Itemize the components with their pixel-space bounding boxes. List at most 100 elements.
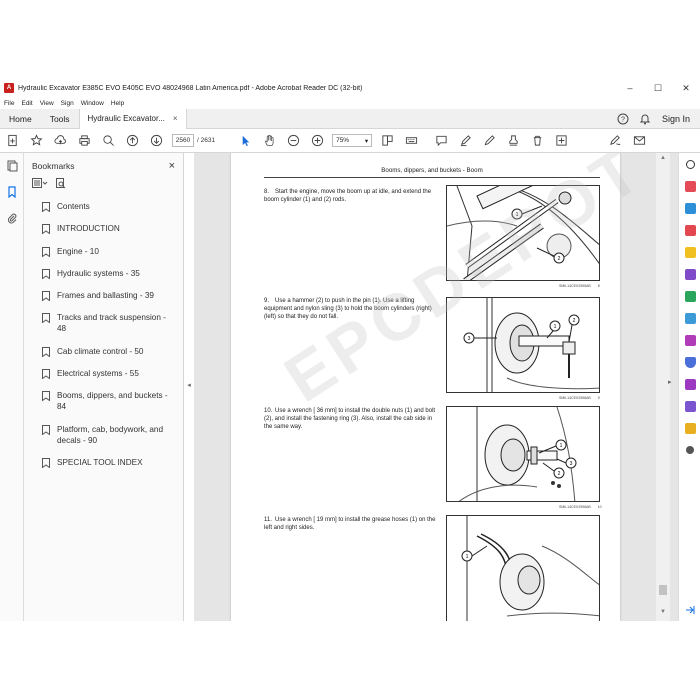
search-icon[interactable] [96, 129, 120, 153]
attachments-paperclip-icon[interactable] [0, 205, 24, 231]
more-tools-wrench-icon[interactable] [679, 439, 700, 461]
menu-edit[interactable]: Edit [21, 100, 32, 107]
close-window-button[interactable]: ✕ [672, 78, 700, 98]
bookmark-item[interactable]: Cab climate control - 50 [24, 344, 183, 359]
send-for-signature-tool-icon[interactable] [679, 373, 700, 395]
keyboard-icon[interactable] [399, 129, 423, 153]
bookmark-item[interactable]: Contents [24, 199, 183, 214]
page-section-header: Booms, dippers, and buckets - Boom [381, 167, 483, 174]
bookmark-item[interactable]: Hydraulic systems - 35 [24, 266, 183, 281]
bookmark-label: Contents [57, 202, 90, 211]
select-cursor-icon[interactable] [233, 129, 257, 153]
comment-icon[interactable] [429, 129, 453, 153]
document-viewport[interactable]: Booms, dippers, and buckets - Boom 8. Sta… [194, 153, 678, 621]
bookmark-ribbon-icon [42, 224, 50, 235]
scan-tool-icon[interactable] [679, 307, 700, 329]
tab-document-label: Hydraulic Excavator... [87, 114, 165, 123]
tab-document[interactable]: Hydraulic Excavator... × [78, 108, 187, 129]
title-bar: A Hydraulic Excavator E385C EVO E405C EV… [0, 78, 700, 98]
tab-tools[interactable]: Tools [41, 109, 79, 129]
sign-in-link[interactable]: Sign In [656, 114, 700, 124]
hand-tool-icon[interactable] [257, 129, 281, 153]
print-icon[interactable] [72, 129, 96, 153]
bookmark-item[interactable]: Booms, dippers, and buckets - 84 [24, 388, 183, 414]
minimize-button[interactable]: – [616, 78, 644, 98]
tab-close-icon[interactable]: × [173, 114, 178, 123]
tab-bar: Home Tools Hydraulic Excavator... × ? Si… [0, 108, 700, 129]
callout-1: 1 [516, 212, 519, 218]
bookmark-star-icon[interactable] [24, 129, 48, 153]
stamp-tool-icon[interactable] [679, 417, 700, 439]
callout-2: 2 [558, 256, 561, 262]
notifications-bell-icon[interactable] [634, 109, 656, 129]
page-total: / 2631 [197, 137, 216, 144]
callout-2: 2 [558, 471, 561, 477]
menu-window[interactable]: Window [81, 100, 104, 107]
zoom-out-icon[interactable] [281, 129, 305, 153]
menu-view[interactable]: View [40, 100, 54, 107]
measure-tool-icon[interactable] [679, 395, 700, 417]
help-icon[interactable]: ? [612, 109, 634, 129]
find-bookmark-icon[interactable] [56, 177, 66, 191]
export-pdf-tool-icon[interactable] [679, 175, 700, 197]
combine-files-tool-icon[interactable] [679, 263, 700, 285]
delete-icon[interactable] [525, 129, 549, 153]
more-tools-icon[interactable] [549, 129, 573, 153]
zoom-level-select[interactable]: 75% ▾ [332, 134, 373, 147]
comment-tool-icon[interactable] [679, 241, 700, 263]
next-page-icon[interactable] [144, 129, 168, 153]
bookmarks-close-icon[interactable]: × [169, 160, 175, 172]
scroll-up-arrow[interactable]: ▲ [656, 155, 670, 165]
menu-sign[interactable]: Sign [61, 100, 74, 107]
menu-help[interactable]: Help [111, 100, 124, 107]
bookmark-item[interactable]: Tracks and track suspension - 48 [24, 310, 183, 336]
figure-8-caption: SMIL14CEX2595AB 8 [559, 284, 600, 288]
maximize-button[interactable]: ☐ [644, 78, 672, 98]
collapse-panel-handle[interactable]: ◂ [184, 378, 194, 392]
bookmarks-panel-icon[interactable] [0, 179, 24, 205]
draw-pencil-icon[interactable] [477, 129, 501, 153]
fill-sign-tool-icon[interactable] [679, 329, 700, 351]
page-display-icon[interactable] [375, 129, 399, 153]
bookmark-item[interactable]: INTRODUCTION [24, 221, 183, 236]
step-number: 11. [264, 517, 272, 523]
chevron-down-icon: ▾ [364, 137, 369, 145]
create-pdf-tool-icon[interactable] [679, 219, 700, 241]
edit-pdf-tool-icon[interactable] [679, 285, 700, 307]
sign-pen-icon[interactable] [603, 129, 627, 153]
bookmark-item[interactable]: SPECIAL TOOL INDEX [24, 455, 183, 470]
bookmark-options-icon[interactable] [32, 178, 48, 190]
previous-page-icon[interactable] [120, 129, 144, 153]
zoom-search-tool-icon[interactable] [679, 153, 700, 175]
scroll-down-arrow[interactable]: ▼ [656, 609, 670, 619]
tab-home[interactable]: Home [0, 109, 41, 129]
bookmarks-list: Contents INTRODUCTION Engine - 10 Hydraulic… [24, 199, 183, 470]
current-page-input[interactable]: 2560 [172, 134, 194, 147]
bookmark-item[interactable]: Engine - 10 [24, 244, 183, 259]
protect-tool-icon[interactable] [679, 351, 700, 373]
figure-10-illustration: 1 3 2 [458, 407, 577, 501]
bookmark-ribbon-icon [42, 313, 50, 324]
bookmark-label: Frames and ballasting - 39 [57, 291, 154, 301]
page-thumbnails-icon[interactable] [0, 153, 24, 179]
highlight-pen-icon[interactable] [453, 129, 477, 153]
bookmarks-header: Bookmarks × [24, 157, 183, 175]
bookmark-item[interactable]: Electrical systems - 55 [24, 366, 183, 381]
organize-pages-tool-icon[interactable] [679, 197, 700, 219]
upload-cloud-icon[interactable] [48, 129, 72, 153]
stamp-icon[interactable] [501, 129, 525, 153]
bookmark-item[interactable]: Frames and ballasting - 39 [24, 288, 183, 303]
create-pdf-icon[interactable] [0, 129, 24, 153]
zoom-in-icon[interactable] [305, 129, 329, 153]
expand-tools-handle[interactable]: ▸ [668, 378, 676, 392]
menu-file[interactable]: File [4, 100, 14, 107]
collapse-tools-icon[interactable] [679, 599, 700, 621]
bookmark-label: Tracks and track suspension - 48 [57, 313, 166, 334]
acrobat-app-icon: A [4, 83, 14, 93]
right-tools-pane [678, 153, 700, 621]
email-icon[interactable] [627, 129, 651, 153]
bookmark-ribbon-icon [42, 202, 50, 212]
scrollbar-thumb[interactable] [659, 585, 667, 595]
step-number: 9. [264, 298, 270, 304]
bookmark-item[interactable]: Platform, cab, bodywork, and decals - 90 [24, 422, 183, 448]
